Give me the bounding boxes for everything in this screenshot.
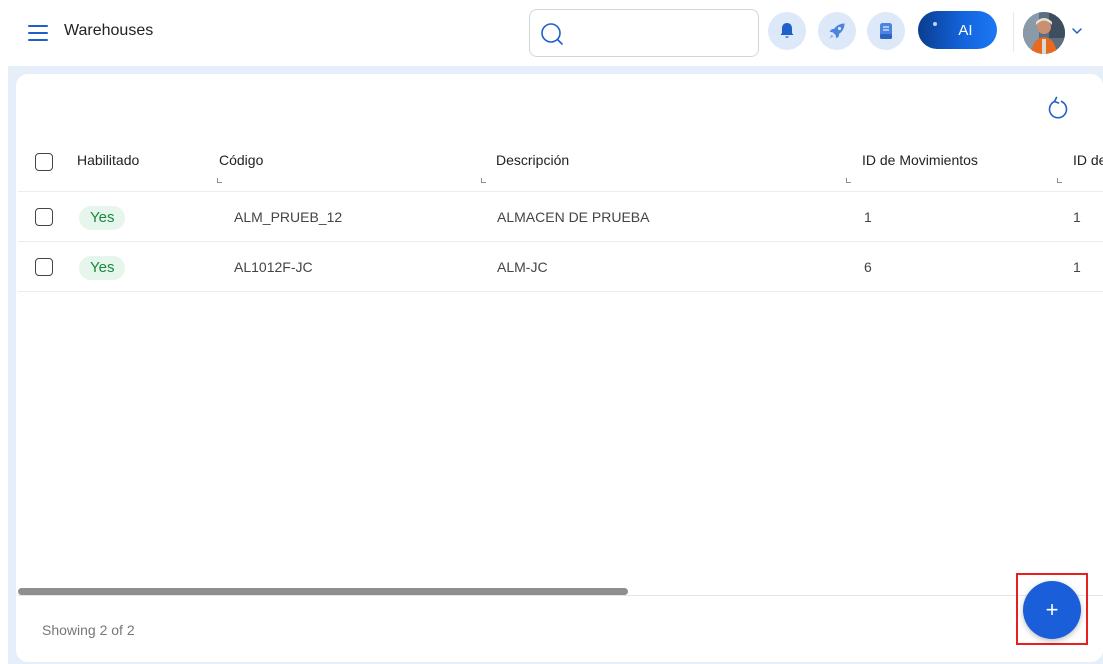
ai-assistant-button[interactable]: AI (918, 11, 997, 49)
menu-icon[interactable] (28, 25, 48, 41)
select-all-checkbox[interactable] (35, 153, 53, 171)
column-resize-handle[interactable] (1057, 178, 1062, 183)
status-badge: Yes (79, 256, 126, 280)
cell-codigo: AL1012F-JC (234, 259, 313, 275)
refresh-icon[interactable] (1044, 94, 1072, 122)
pagination-summary: Showing 2 of 2 (42, 622, 135, 638)
search-input[interactable] (529, 9, 759, 57)
row-divider-line (18, 241, 1103, 242)
page-title: Warehouses (64, 22, 154, 39)
avatar-image (1023, 12, 1065, 54)
column-resize-handle[interactable] (481, 178, 486, 183)
rocket-icon (829, 23, 845, 39)
rocket-button[interactable] (818, 12, 856, 50)
cell-descripcion: ALM-JC (497, 259, 548, 275)
bell-icon (780, 23, 794, 38)
header-divider (1013, 12, 1014, 52)
notifications-button[interactable] (768, 12, 806, 50)
row-checkbox[interactable] (35, 208, 53, 226)
column-header-habilitado[interactable]: Habilitado (77, 152, 139, 168)
cell-codigo: ALM_PRUEB_12 (234, 209, 343, 225)
column-header-id-movimientos[interactable]: ID de Movimientos (862, 152, 978, 168)
cell-id-de: 1 (1073, 259, 1081, 275)
sparkle-icon (933, 22, 937, 26)
column-resize-handle[interactable] (217, 178, 222, 183)
column-header-codigo[interactable]: Código (219, 152, 263, 168)
column-resize-handle[interactable] (846, 178, 851, 183)
chevron-down-icon[interactable] (1071, 27, 1083, 35)
search-field[interactable] (570, 18, 750, 48)
plus-icon: + (1045, 597, 1059, 622)
top-header: Warehouses AI (0, 0, 1103, 66)
document-button[interactable] (867, 12, 905, 50)
cell-id-movimientos: 1 (864, 209, 872, 225)
column-header-id-de[interactable]: ID de (1073, 152, 1103, 168)
header-divider-line (18, 191, 1103, 192)
search-icon (541, 23, 563, 45)
cell-descripcion: ALMACEN DE PRUEBA (497, 209, 650, 225)
ai-button-label: AI (958, 21, 973, 39)
row-checkbox[interactable] (35, 258, 53, 276)
document-icon (880, 23, 892, 39)
avatar[interactable] (1023, 12, 1065, 54)
horizontal-scrollbar[interactable] (18, 588, 628, 595)
footer-divider (18, 595, 1103, 596)
add-warehouse-button[interactable]: + (1023, 581, 1081, 639)
column-header-descripcion[interactable]: Descripción (496, 152, 569, 168)
cell-id-movimientos: 6 (864, 259, 872, 275)
cell-id-de: 1 (1073, 209, 1081, 225)
status-badge: Yes (79, 206, 126, 230)
row-divider-line (18, 291, 1103, 292)
